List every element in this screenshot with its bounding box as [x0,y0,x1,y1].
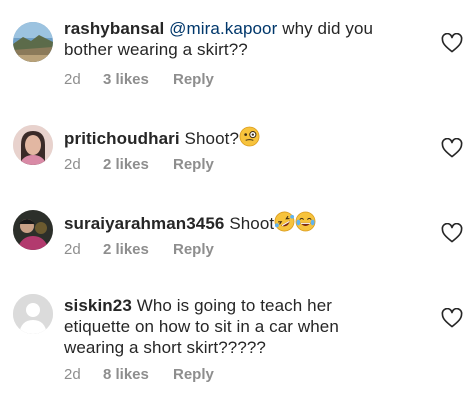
reply-button[interactable]: Reply [173,366,214,383]
avatar[interactable] [13,22,53,62]
comment-age: 2d [64,241,81,258]
comment-text-line1: Who is going to teach her [131,296,333,315]
likes-count[interactable]: 3 likes [103,71,173,88]
comment-text-body: Shoot? [184,129,239,148]
face-with-monocle-emoji-icon [239,126,260,147]
default-avatar-icon [13,294,53,334]
comment-text: suraiyarahman3456 Shoot [64,211,426,234]
heart-icon[interactable] [441,33,463,53]
avatar[interactable] [13,210,53,250]
comment-text-line3: wearing a short skirt????? [64,338,266,357]
likes-count[interactable]: 8 likes [103,366,173,383]
comment-text: pritichoudhari Shoot? [64,126,426,149]
reply-button[interactable]: Reply [173,71,214,88]
heart-icon[interactable] [441,308,463,328]
face-with-tears-of-joy-emoji-icon [295,211,316,232]
dark-portrait-avatar-icon [13,210,53,250]
comment-age: 2d [64,71,81,88]
reply-button[interactable]: Reply [173,156,214,173]
comment-text-line1: why did you [277,19,374,38]
comment-username[interactable]: pritichoudhari [64,129,180,148]
comment-text-line2: bother wearing a skirt?? [64,40,248,59]
landscape-avatar-icon [13,22,53,62]
comment-text: rashybansal @mira.kapoor why did you bot… [64,18,426,60]
comment-age: 2d [64,156,81,173]
comment-text-body: Shoot [229,214,275,233]
comment-text: siskin23 Who is going to teach her etiqu… [64,295,426,358]
mention-link[interactable]: @mira.kapoor [169,19,277,38]
avatar[interactable] [13,294,53,334]
comment-meta: 2d 3 likes Reply [64,71,214,88]
likes-count[interactable]: 2 likes [103,241,173,258]
comment-meta: 2d 8 likes Reply [64,366,214,383]
heart-icon[interactable] [441,138,463,158]
comment-meta: 2d 2 likes Reply [64,241,214,258]
comment-username[interactable]: rashybansal [64,19,164,38]
heart-icon[interactable] [441,223,463,243]
likes-count[interactable]: 2 likes [103,156,173,173]
reply-button[interactable]: Reply [173,241,214,258]
comment-username[interactable]: suraiyarahman3456 [64,214,224,233]
rolling-on-floor-laughing-emoji-icon [274,211,295,232]
comment-text-line2: etiquette on how to sit in a car when [64,317,339,336]
avatar[interactable] [13,125,53,165]
woman-portrait-avatar-icon [13,125,53,165]
comment-meta: 2d 2 likes Reply [64,156,214,173]
comment-age: 2d [64,366,81,383]
comment-username[interactable]: siskin23 [64,296,132,315]
